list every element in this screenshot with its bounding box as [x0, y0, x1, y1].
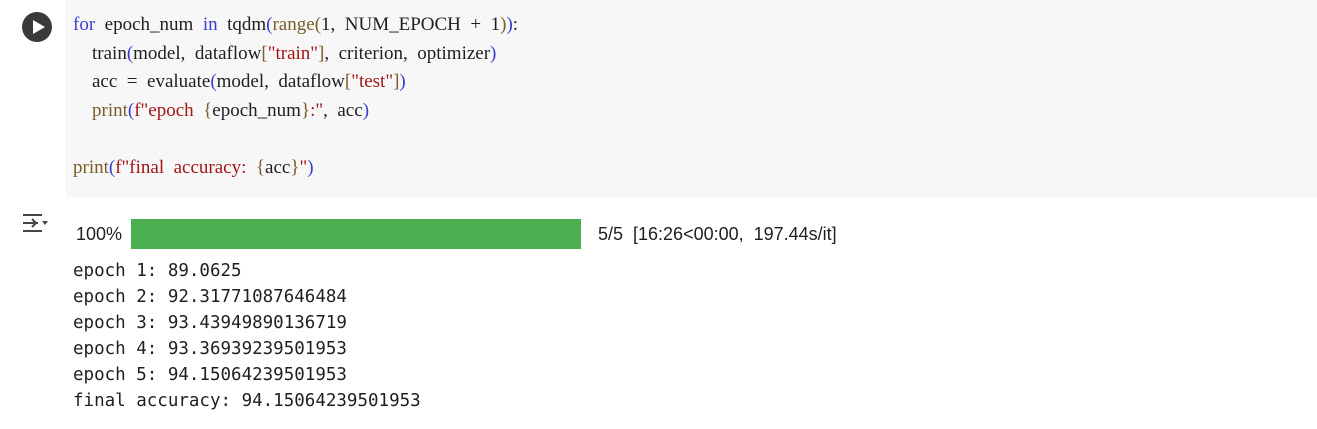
code-token: {: [203, 99, 213, 121]
code-line: print(f"epoch {epoch_num}:", acc): [73, 97, 518, 126]
code-token: model, dataflow: [133, 42, 262, 64]
code-token: ): [490, 42, 497, 64]
output-line: epoch 1: 89.0625: [73, 261, 242, 281]
code-editor[interactable]: for epoch_num in tqdm(range(1, NUM_EPOCH…: [73, 11, 518, 182]
code-token: print: [92, 99, 128, 121]
code-token: train: [73, 42, 127, 64]
output-line: epoch 3: 93.43949890136719: [73, 313, 347, 333]
code-token: , criterion, optimizer: [324, 42, 491, 64]
output-line: epoch 2: 92.31771087646484: [73, 287, 347, 307]
output-line: epoch 5: 94.15064239501953: [73, 365, 347, 385]
code-token: :": [310, 99, 324, 121]
play-icon: [33, 20, 45, 34]
code-line: print(f"final accuracy: {acc}"): [73, 154, 518, 183]
code-token: tqdm: [217, 14, 267, 35]
code-token: :: [512, 14, 519, 35]
code-token: f"epoch: [134, 99, 204, 121]
code-token: 1, NUM_EPOCH + 1: [321, 14, 501, 35]
output-line: epoch 4: 93.36939239501953: [73, 339, 347, 359]
code-token: in: [202, 14, 218, 35]
code-token: acc: [265, 156, 291, 178]
output-toggle-icon[interactable]: [20, 210, 50, 238]
notebook-code-cell: for epoch_num in tqdm(range(1, NUM_EPOCH…: [6, 0, 1317, 429]
code-token: acc = evaluate: [73, 71, 211, 92]
progress-bar: [131, 219, 581, 249]
code-token: epoch_num: [95, 14, 203, 35]
cell-output: epoch 1: 89.0625 epoch 2: 92.317710876464…: [73, 258, 421, 414]
code-token: print: [73, 156, 109, 178]
tqdm-progress: 100% 5/5 [16:26<00:00, 197.44s/it]: [76, 219, 976, 249]
progress-stats: 5/5 [16:26<00:00, 197.44s/it]: [598, 224, 837, 244]
code-token: , acc: [323, 99, 363, 121]
code-token: ): [362, 99, 370, 121]
code-token: for: [73, 14, 96, 35]
code-token: ): [399, 71, 406, 92]
code-token: f"final accuracy:: [115, 156, 256, 178]
code-token: {: [255, 156, 266, 178]
code-line: train(model, dataflow["train"], criterio…: [73, 40, 518, 69]
progress-percent: 100%: [76, 224, 123, 244]
code-token: ): [307, 156, 314, 178]
code-token: model, dataflow: [216, 71, 345, 92]
code-token: }: [300, 99, 311, 121]
code-line: acc = evaluate(model, dataflow["test"]): [73, 68, 518, 97]
code-token: "train": [267, 42, 319, 64]
progress-bar-fill: [131, 219, 581, 249]
code-token: range: [272, 14, 315, 35]
code-token: "test": [351, 71, 394, 92]
code-token: epoch_num: [212, 99, 301, 121]
code-line: for epoch_num in tqdm(range(1, NUM_EPOCH…: [73, 11, 518, 40]
run-cell-button[interactable]: [22, 12, 52, 42]
output-line: final accuracy: 94.15064239501953: [73, 391, 421, 411]
